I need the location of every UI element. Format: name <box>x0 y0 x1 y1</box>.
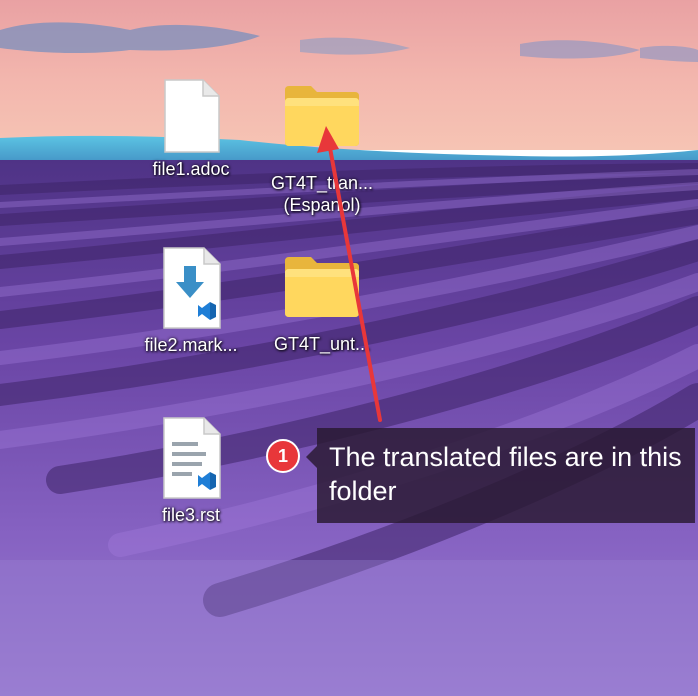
desktop-icon-file3[interactable]: file3.rst <box>131 416 251 526</box>
desktop-icon-label: file2.mark... <box>144 335 238 355</box>
desktop-icon-label: file1.adoc <box>152 159 230 179</box>
tutorial-callout: The translated files are in this folder <box>306 428 695 523</box>
callout-text: The translated files are in this folder <box>329 442 682 506</box>
document-file-icon <box>164 79 220 153</box>
step-number-badge: 1 <box>266 439 300 473</box>
folder-icon <box>285 86 359 146</box>
desktop-icon-file2[interactable]: file2.mark... <box>131 246 251 356</box>
desktop-icon-label-line2: (Espanol) <box>283 195 361 215</box>
desktop-icon-label: GT4T_unt... <box>273 334 371 354</box>
desktop-icon-untranslated-folder[interactable]: GT4T_unt... <box>262 251 382 355</box>
markdown-vscode-file-icon <box>163 247 221 329</box>
folder-icon <box>285 257 359 317</box>
rst-vscode-file-icon <box>163 417 221 499</box>
desktop-icon-file1[interactable]: file1.adoc <box>131 78 251 180</box>
desktop: file1.adoc GT4T_tran... (Espanol) file2.… <box>0 0 698 696</box>
desktop-icon-label: GT4T_tran... <box>270 173 374 193</box>
desktop-icon-label: file3.rst <box>161 505 221 525</box>
desktop-icon-translated-folder[interactable]: GT4T_tran... (Espanol) <box>262 80 382 216</box>
